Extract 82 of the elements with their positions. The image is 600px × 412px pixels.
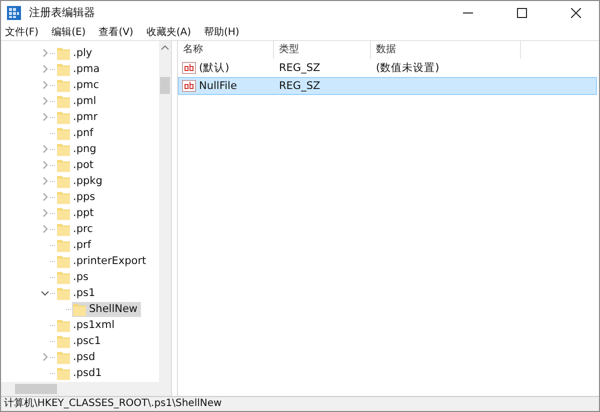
column-header[interactable]: 名称 (178, 41, 274, 59)
menu-item[interactable]: 编辑(E) (52, 25, 86, 39)
tree-item[interactable]: .ppt (56, 206, 97, 220)
chevron-right-icon[interactable] (42, 81, 48, 89)
chevron-right-icon[interactable] (42, 177, 48, 185)
scroll-up-icon[interactable] (161, 45, 169, 50)
tree-item[interactable]: .pmc (56, 78, 102, 92)
tree-item[interactable]: .psd1 (56, 366, 105, 380)
tree-item[interactable]: .psd (56, 350, 98, 364)
menu-item[interactable]: 收藏夹(A) (146, 25, 191, 39)
window-title: 注册表编辑器 (29, 5, 95, 20)
horizontal-scrollbar[interactable] (1, 382, 171, 396)
folder-icon (57, 78, 70, 92)
value-type: REG_SZ (278, 80, 322, 92)
registry-app-icon (7, 6, 21, 20)
folder-icon (73, 302, 86, 316)
folder-icon (57, 206, 70, 220)
vertical-scrollbar[interactable] (159, 41, 171, 382)
menu-item[interactable]: 帮助(H) (204, 25, 240, 39)
status-bar: 计算机\HKEY_CLASSES_ROOT\.ps1\ShellNew (1, 396, 599, 411)
chevron-right-icon[interactable] (42, 161, 48, 169)
folder-icon (57, 334, 70, 348)
menu-item[interactable]: 查看(V) (98, 25, 134, 39)
tree-item[interactable]: .prf (56, 238, 94, 252)
scrollbar-thumb[interactable] (15, 384, 57, 394)
tree-item[interactable]: .ply (56, 46, 96, 60)
tree-item[interactable]: ShellNew (72, 302, 141, 316)
close-icon[interactable] (571, 8, 581, 18)
folder-icon (57, 190, 70, 204)
tree-item[interactable]: .pmr (56, 110, 101, 124)
string-value-icon (182, 62, 196, 74)
folder-icon (57, 286, 70, 300)
tree-item[interactable]: .png (56, 142, 100, 156)
folder-icon (57, 318, 70, 332)
scrollbar-thumb[interactable] (160, 77, 170, 94)
chevron-right-icon[interactable] (42, 113, 48, 121)
folder-icon (57, 270, 70, 284)
chevron-right-icon[interactable] (42, 193, 48, 201)
menu-item[interactable]: 文件(F) (5, 25, 39, 39)
chevron-right-icon[interactable] (42, 353, 48, 361)
folder-icon (57, 350, 70, 364)
tree-item[interactable]: .pma (56, 62, 103, 76)
value-type: REG_SZ (278, 62, 322, 74)
folder-icon (57, 222, 70, 236)
chevron-right-icon[interactable] (42, 97, 48, 105)
value-data: (数值未设置) (375, 61, 440, 75)
folder-icon (57, 126, 70, 140)
tree-item[interactable]: .printerExport (56, 254, 150, 268)
chevron-down-icon[interactable] (41, 290, 49, 296)
tree-item[interactable]: .pps (56, 190, 98, 204)
tree-item[interactable]: .ps (56, 270, 92, 284)
folder-icon (57, 366, 70, 380)
value-row[interactable]: NullFile REG_SZ (178, 77, 597, 95)
string-value-icon (182, 80, 196, 92)
chevron-right-icon[interactable] (42, 209, 48, 217)
value-row[interactable]: (默认) REG_SZ (数值未设置) (178, 59, 597, 77)
tree-item[interactable]: .ppkg (56, 174, 106, 188)
folder-icon (57, 110, 70, 124)
value-name: (默认) (199, 61, 230, 75)
tree-item[interactable]: .ps1xml (56, 318, 118, 332)
tree-item[interactable]: .ps1 (56, 286, 98, 300)
maximize-icon[interactable] (517, 8, 527, 18)
folder-icon (57, 46, 70, 60)
tree-item[interactable]: .pot (56, 158, 97, 172)
chevron-right-icon[interactable] (42, 49, 48, 57)
value-name: NullFile (199, 80, 237, 92)
folder-icon (57, 254, 70, 268)
tree-item[interactable]: .pml (56, 94, 100, 108)
chevron-right-icon[interactable] (42, 225, 48, 233)
folder-icon (57, 142, 70, 156)
tree-item[interactable]: .pnf (56, 126, 96, 140)
folder-icon (57, 94, 70, 108)
tree-item[interactable]: .psc1 (56, 334, 104, 348)
column-header[interactable]: 类型 (274, 41, 371, 59)
chevron-right-icon[interactable] (42, 65, 48, 73)
tree-item[interactable]: .prc (56, 222, 96, 236)
folder-icon (57, 158, 70, 172)
folder-icon (57, 238, 70, 252)
folder-icon (57, 62, 70, 76)
column-header[interactable]: 数据 (371, 41, 521, 59)
folder-icon (57, 174, 70, 188)
chevron-right-icon[interactable] (42, 145, 48, 153)
